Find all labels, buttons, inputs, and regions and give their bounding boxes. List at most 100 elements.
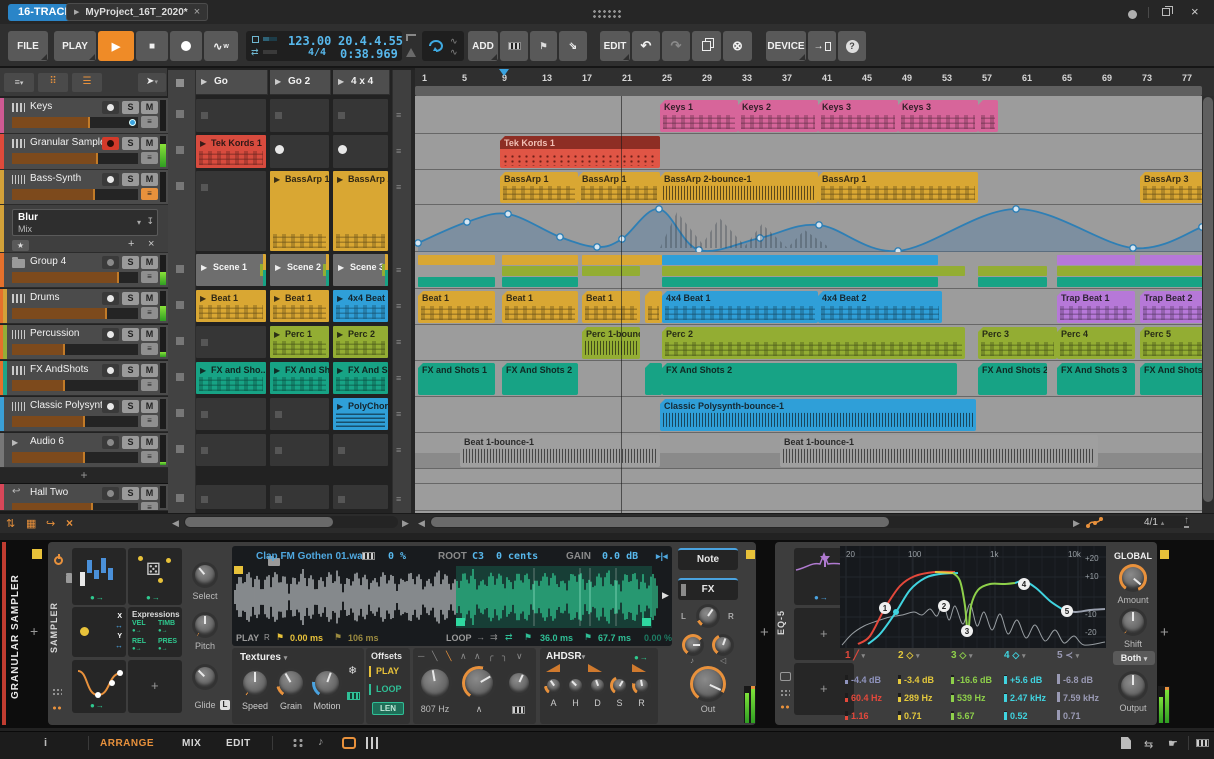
- view-tab-mix[interactable]: MIX: [182, 738, 201, 749]
- velocity-amount[interactable]: 0 %: [388, 551, 406, 562]
- eq-band-header[interactable]: 5 ≺ ▾: [1057, 650, 1107, 661]
- favorite-star-button[interactable]: ★: [12, 240, 29, 251]
- textures-mode[interactable]: Textures ▾: [240, 652, 287, 663]
- arranger-clip[interactable]: Classic Polysynth-bounce-1: [660, 399, 976, 431]
- clip-stop-button[interactable]: [176, 493, 184, 502]
- volume-fader[interactable]: [12, 344, 138, 355]
- filter-shape-icon[interactable]: ─: [418, 651, 424, 661]
- eq-band-q[interactable]: 1.16: [845, 706, 897, 724]
- clip-stop-button[interactable]: [176, 445, 184, 453]
- track-menu-button[interactable]: ≡: [141, 152, 158, 164]
- arranger-clip[interactable]: BassArp 1: [818, 172, 978, 203]
- arranger-clip[interactable]: Perc 2: [662, 327, 965, 359]
- track-name[interactable]: Bass-Synth: [30, 173, 81, 184]
- arranger-clip[interactable]: Perc 4: [1057, 327, 1135, 359]
- volume-fader[interactable]: [12, 380, 138, 391]
- start-flag-icon[interactable]: ⚑: [276, 632, 284, 643]
- arranger-clip[interactable]: [645, 291, 662, 323]
- add-device-button[interactable]: +: [760, 624, 769, 641]
- dual-display-icon[interactable]: [292, 738, 304, 748]
- loop-mode-off-icon[interactable]: →: [476, 632, 485, 642]
- clip-slot[interactable]: ▶ Scene 3: [333, 254, 388, 286]
- play-button[interactable]: ▶: [98, 31, 134, 61]
- duplicate-button[interactable]: [692, 31, 721, 61]
- sample-start-marker[interactable]: [234, 566, 243, 574]
- modulator-random[interactable]: ⚄ ●→: [128, 548, 182, 605]
- arranger-clip[interactable]: Beat 1: [502, 291, 578, 323]
- clip-slot[interactable]: [196, 398, 266, 430]
- filter-keytrack-knob[interactable]: [506, 670, 532, 696]
- arranger-play-icon[interactable]: ▶: [1073, 518, 1080, 529]
- end-flag-icon[interactable]: ⚑: [334, 632, 342, 643]
- pitchbend-knob[interactable]: [682, 634, 704, 656]
- remove-automation-lane-button[interactable]: ×: [148, 238, 154, 250]
- arranger-clip[interactable]: Keys 1: [660, 100, 738, 132]
- track-name[interactable]: Audio 6: [30, 436, 64, 447]
- redo-button[interactable]: ↷: [662, 31, 690, 61]
- export-marker-icon[interactable]: ↑: [1184, 516, 1189, 528]
- clip-slot[interactable]: [270, 99, 329, 132]
- chevron-down-icon[interactable]: ▾: [137, 218, 141, 227]
- offset-item[interactable]: PLAY: [376, 666, 399, 676]
- group-track-summary-clip[interactable]: [1057, 255, 1135, 265]
- track-name[interactable]: Drums: [30, 292, 59, 303]
- clip-stop-button[interactable]: [176, 146, 184, 154]
- track-menu-button[interactable]: ≡: [141, 116, 158, 128]
- modulator-xy[interactable]: X ↔ Y ↔: [72, 607, 126, 657]
- texture-keytrack-icon[interactable]: [347, 692, 360, 700]
- view-tab-edit[interactable]: EDIT: [226, 738, 251, 749]
- tool-cursor-button[interactable]: ➤▾: [138, 73, 166, 92]
- volume-fader[interactable]: [12, 452, 138, 463]
- record-arm-button[interactable]: [102, 173, 119, 186]
- arranger-clip[interactable]: FX And Shots 2: [502, 363, 578, 395]
- solo-button[interactable]: S: [122, 400, 139, 413]
- scene-play-icon[interactable]: ▶: [338, 77, 344, 86]
- sample-preview-play-icon[interactable]: ▶: [662, 590, 669, 601]
- automation-param-selector[interactable]: Blur Mix ▾ ↧: [12, 209, 158, 236]
- arranger-clip[interactable]: Beat 1: [582, 291, 640, 323]
- loop-mode-on-icon[interactable]: ⇉: [490, 632, 498, 643]
- touch-icon[interactable]: ☛: [1168, 737, 1178, 750]
- track-header[interactable]: ▶ Audio 6 S M ≡: [0, 433, 168, 468]
- expression-item[interactable]: TIMB: [158, 620, 175, 627]
- clip-slot[interactable]: ▶ BassArp 2: [333, 171, 388, 251]
- clip-stop-button[interactable]: [176, 373, 184, 381]
- volume-fader[interactable]: [12, 117, 138, 128]
- gain-value[interactable]: 0.0 dB: [602, 551, 638, 562]
- file-menu-button[interactable]: FILE: [8, 31, 48, 61]
- mute-button[interactable]: M: [141, 173, 158, 186]
- launcher-scrollbar[interactable]: [184, 516, 398, 528]
- play-menu-button[interactable]: PLAY: [54, 31, 96, 61]
- group-track-summary-clip[interactable]: [1057, 277, 1202, 287]
- track-menu-button[interactable]: ≡: [141, 188, 158, 200]
- mute-button[interactable]: M: [141, 101, 158, 114]
- reverse-icon[interactable]: R: [264, 633, 270, 642]
- launcher-scroll-right[interactable]: ▶: [402, 518, 409, 529]
- track-menu-button[interactable]: ≡: [141, 415, 158, 427]
- arranger-clip[interactable]: Perc 1-bounce-1: [582, 327, 640, 359]
- add-device-end-button[interactable]: +: [1160, 624, 1169, 641]
- ruler-zoom-strip[interactable]: [415, 86, 1202, 96]
- group-track-summary-clip[interactable]: [502, 277, 578, 287]
- clip-slot[interactable]: ▶ Perc 2: [333, 326, 388, 358]
- vertical-scrollbar-thumb[interactable]: [1203, 97, 1213, 502]
- mute-button[interactable]: M: [141, 364, 158, 377]
- eq-band-gain[interactable]: +5.6 dB: [1004, 670, 1056, 688]
- delete-button[interactable]: ⊗: [723, 31, 752, 61]
- mute-button[interactable]: M: [141, 400, 158, 413]
- track-menu-button[interactable]: ≡: [141, 271, 158, 283]
- eq-band-freq[interactable]: 539 Hz: [951, 688, 1003, 706]
- arranger-clip[interactable]: Perc 5: [1140, 327, 1202, 359]
- scene-row-menu[interactable]: ≡: [396, 110, 401, 120]
- add-automation-lane-button[interactable]: +: [128, 238, 134, 250]
- modulator-steps[interactable]: ●→: [72, 548, 126, 605]
- arranger-clip[interactable]: Beat 1: [418, 291, 495, 323]
- sampler-device-title[interactable]: SAMPLER: [49, 592, 59, 662]
- volume-fader[interactable]: [12, 153, 138, 164]
- add-menu-button[interactable]: ADD: [468, 31, 498, 61]
- shift-knob[interactable]: [1119, 608, 1147, 636]
- loop-length-flag-icon[interactable]: ⚑: [584, 632, 592, 643]
- record-button[interactable]: [170, 31, 202, 61]
- clip-slot[interactable]: ▶ BassArp 1: [270, 171, 329, 251]
- clip-slot[interactable]: [333, 99, 388, 132]
